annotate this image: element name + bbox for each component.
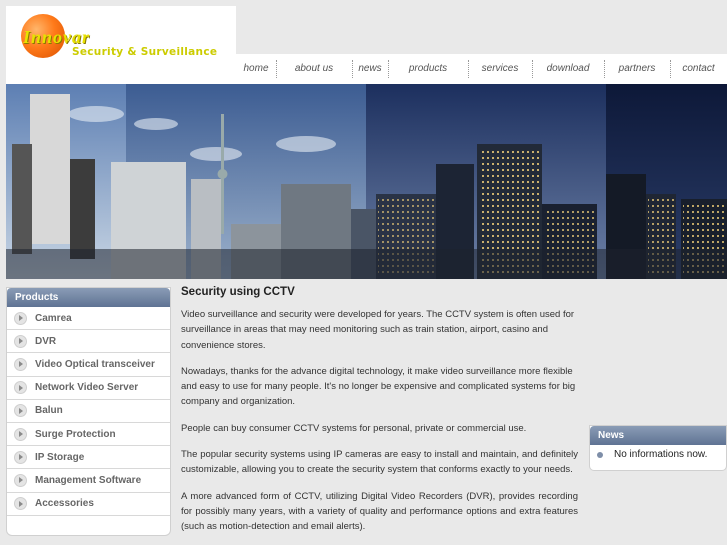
- sidebar-item-dvr[interactable]: DVR: [7, 330, 170, 354]
- sidebar-item-video-optical-transceiver[interactable]: Video Optical transceiver: [7, 353, 170, 377]
- nav-services[interactable]: services: [468, 54, 532, 84]
- nav-partners[interactable]: partners: [604, 54, 670, 84]
- sidebar-item-label: Management Software: [35, 474, 142, 486]
- nav-products[interactable]: products: [388, 54, 468, 84]
- sidebar-item-management-software[interactable]: Management Software: [7, 469, 170, 493]
- arrow-bullet-icon: [14, 357, 27, 371]
- brand-tagline: Security & Surveillance: [72, 46, 218, 58]
- news-item-text: No informations now.: [614, 449, 708, 460]
- content-paragraph: Nowadays, thanks for the advance digital…: [181, 365, 576, 408]
- arrow-bullet-icon: [14, 450, 27, 464]
- content-paragraph: A more advanced form of CCTV, utilizing …: [181, 490, 578, 533]
- skyline-image: [6, 84, 727, 279]
- sidebar-item-surge-protection[interactable]: Surge Protection: [7, 423, 170, 447]
- sidebar-item-label: IP Storage: [35, 451, 85, 463]
- sidebar-item-balun[interactable]: Balun: [7, 400, 170, 423]
- nav-about-us[interactable]: about us: [276, 54, 352, 84]
- arrow-bullet-icon: [14, 473, 27, 487]
- sidebar-item-label: Surge Protection: [35, 428, 116, 440]
- news-title: News: [590, 426, 726, 445]
- content-paragraph: The popular security systems using IP ca…: [181, 449, 578, 476]
- nav-home[interactable]: home: [236, 54, 276, 84]
- sidebar-title: Products: [7, 288, 170, 307]
- nav-news[interactable]: news: [352, 54, 388, 84]
- arrow-bullet-icon: [14, 381, 27, 395]
- sidebar-item-camrea[interactable]: Camrea: [7, 307, 170, 331]
- sidebar-item-label: DVR: [35, 335, 57, 347]
- arrow-bullet-icon: [14, 497, 27, 511]
- products-sidebar: Products Camrea DVR Video Optical transc…: [6, 287, 171, 536]
- sidebar-item-network-video-server[interactable]: Network Video Server: [7, 377, 170, 400]
- sidebar-item-ip-storage[interactable]: IP Storage: [7, 446, 170, 470]
- main-content: Security using CCTV Video surveillance a…: [181, 286, 578, 545]
- nav-contact[interactable]: contact: [670, 54, 727, 84]
- bullet-dot-icon: [597, 451, 603, 458]
- sidebar-item-label: Balun: [35, 405, 63, 417]
- sidebar-item-label: Network Video Server: [35, 382, 139, 394]
- arrow-bullet-icon: [14, 334, 27, 348]
- sidebar-item-accessories[interactable]: Accessories: [7, 493, 170, 516]
- arrow-bullet-icon: [14, 427, 27, 441]
- content-paragraph: People can buy consumer CCTV systems for…: [181, 422, 527, 434]
- brand-name: Innovar: [23, 27, 91, 47]
- sidebar-item-label: Camrea: [35, 312, 72, 324]
- sidebar-item-label: Video Optical transceiver: [35, 358, 155, 370]
- logo-area[interactable]: Innovar Security & Surveillance: [6, 6, 236, 84]
- top-nav: home about us news products services dow…: [236, 54, 727, 84]
- sidebar-item-label: Accessories: [35, 498, 94, 510]
- arrow-bullet-icon: [14, 311, 27, 325]
- page-title: Security using CCTV: [181, 286, 295, 298]
- content-paragraph: Video surveillance and security were dev…: [181, 309, 575, 351]
- nav-download[interactable]: download: [532, 54, 604, 84]
- city-skyline-banner: [6, 84, 727, 279]
- news-item: No informations now.: [590, 445, 726, 460]
- news-panel: News No informations now.: [589, 425, 727, 471]
- arrow-bullet-icon: [14, 404, 27, 418]
